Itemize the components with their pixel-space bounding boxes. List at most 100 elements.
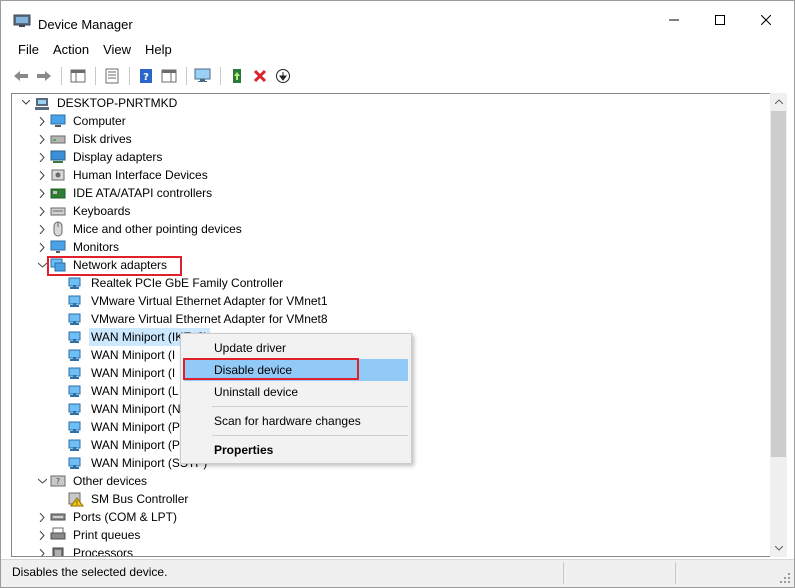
tree-device[interactable]: ! SM Bus Controller <box>68 490 190 508</box>
tree-category[interactable]: Print queues <box>34 526 142 544</box>
toolbar-separator <box>129 67 130 85</box>
tree-device[interactable]: VMware Virtual Ethernet Adapter for VMne… <box>68 292 330 310</box>
expand-chevron-icon[interactable] <box>34 544 50 556</box>
tree-device-label: WAN Miniport (P <box>91 438 180 452</box>
properties-button[interactable] <box>101 65 123 87</box>
chevron-down-icon <box>774 546 783 551</box>
toolbar-separator <box>186 67 187 85</box>
window-title: Device Manager <box>38 17 133 32</box>
device-manager-window: Device Manager File Action View Help ? D… <box>0 0 795 588</box>
expand-chevron-icon[interactable] <box>34 526 50 544</box>
tree-category[interactable]: Monitors <box>34 238 121 256</box>
network-device-icon <box>68 383 84 399</box>
help-button[interactable]: ? <box>135 65 157 87</box>
tree-device[interactable]: VMware Virtual Ethernet Adapter for VMne… <box>68 310 330 328</box>
toolbar: ? <box>1 63 794 89</box>
forward-arrow-icon <box>37 71 51 81</box>
keyboard-icon <box>50 203 66 219</box>
tree-device[interactable]: WAN Miniport (P <box>68 436 182 454</box>
tree-category[interactable]: Mice and other pointing devices <box>34 220 244 238</box>
scroll-down-button[interactable] <box>770 540 787 557</box>
tree-category[interactable]: Processors <box>34 544 135 557</box>
expand-chevron-icon[interactable] <box>34 130 50 148</box>
menu-uninstall-device[interactable]: Uninstall device <box>184 381 408 403</box>
tree-device-label: VMware Virtual Ethernet Adapter for VMne… <box>91 294 328 308</box>
expand-chevron-icon[interactable] <box>34 112 50 130</box>
hid-icon <box>50 167 66 183</box>
menu-view[interactable]: View <box>96 39 138 61</box>
expand-chevron-icon[interactable] <box>34 166 50 184</box>
console-tree-icon <box>70 69 86 83</box>
tree-device[interactable]: WAN Miniport (I <box>68 364 177 382</box>
tree-category[interactable]: Human Interface Devices <box>34 166 210 184</box>
tree-category-label: Display adapters <box>73 150 163 164</box>
expand-chevron-icon[interactable] <box>34 184 50 202</box>
uninstall-device-button[interactable] <box>249 65 271 87</box>
computer-icon <box>50 113 66 129</box>
update-driver-icon <box>233 69 241 83</box>
disable-device-button[interactable] <box>272 65 294 87</box>
tree-category-other-devices[interactable]: ? Other devices <box>34 472 149 490</box>
back-button[interactable] <box>10 65 32 87</box>
tree-device-label: VMware Virtual Ethernet Adapter for VMne… <box>91 312 328 326</box>
close-button[interactable] <box>743 1 789 39</box>
tree-category[interactable]: Ports (COM & LPT) <box>34 508 179 526</box>
device-tree: DESKTOP-PNRTMKD Computer Disk drives Displ… <box>11 93 787 557</box>
scrollbar-thumb[interactable] <box>771 111 786 457</box>
tree-root-label: DESKTOP-PNRTMKD <box>57 96 178 110</box>
maximize-icon <box>715 15 725 25</box>
network-device-icon <box>68 275 84 291</box>
collapse-chevron-icon[interactable] <box>18 94 34 112</box>
tree-device[interactable]: Realtek PCIe GbE Family Controller <box>68 274 285 292</box>
tree-device[interactable]: WAN Miniport (P <box>68 418 182 436</box>
status-bar: Disables the selected device. <box>1 559 794 587</box>
scroll-up-button[interactable] <box>770 93 787 110</box>
printer-icon <box>50 527 66 543</box>
menu-update-driver[interactable]: Update driver <box>184 337 408 359</box>
tree-category[interactable]: Disk drives <box>34 130 134 148</box>
update-driver-button[interactable] <box>226 65 248 87</box>
menu-separator <box>212 435 408 436</box>
menu-action[interactable]: Action <box>46 39 96 61</box>
other-devices-icon: ? <box>50 473 66 489</box>
expand-chevron-icon[interactable] <box>34 148 50 166</box>
network-device-icon <box>68 365 84 381</box>
menu-help[interactable]: Help <box>138 39 179 61</box>
tree-category[interactable]: IDE ATA/ATAPI controllers <box>34 184 214 202</box>
tree-device[interactable]: WAN Miniport (L <box>68 382 181 400</box>
minimize-icon <box>669 19 679 21</box>
menu-separator <box>212 406 408 407</box>
expand-chevron-icon[interactable] <box>34 220 50 238</box>
menu-properties[interactable]: Properties <box>184 439 408 461</box>
tree-category[interactable]: Display adapters <box>34 148 164 166</box>
disable-device-highlight <box>183 358 359 380</box>
tree-device[interactable]: WAN Miniport (I <box>68 346 177 364</box>
tree-category-label: Processors <box>73 546 134 557</box>
maximize-button[interactable] <box>697 1 743 39</box>
action-pane-button[interactable] <box>158 65 180 87</box>
tree-root[interactable]: DESKTOP-PNRTMKD <box>18 94 179 112</box>
network-device-icon <box>68 329 84 345</box>
forward-button[interactable] <box>33 65 55 87</box>
vertical-scrollbar[interactable] <box>770 93 787 557</box>
tree-category[interactable]: Computer <box>34 112 128 130</box>
resize-grip-icon[interactable] <box>779 572 791 584</box>
scan-hardware-button[interactable] <box>192 65 214 87</box>
expand-chevron-icon[interactable] <box>34 238 50 256</box>
red-x-icon <box>253 69 267 83</box>
network-device-icon <box>68 437 84 453</box>
expand-chevron-icon[interactable] <box>34 202 50 220</box>
tree-device[interactable]: WAN Miniport (N <box>68 400 183 418</box>
expand-chevron-icon[interactable] <box>34 508 50 526</box>
menu-file[interactable]: File <box>11 39 46 61</box>
device-manager-icon <box>13 14 31 27</box>
tree-device-label: WAN Miniport (N <box>91 402 181 416</box>
toolbar-separator <box>95 67 96 85</box>
svg-text:?: ? <box>143 72 149 83</box>
minimize-button[interactable] <box>651 1 697 39</box>
tree-category[interactable]: Keyboards <box>34 202 132 220</box>
menu-scan-hardware[interactable]: Scan for hardware changes <box>184 410 408 432</box>
show-hide-console-tree-button[interactable] <box>67 65 89 87</box>
collapse-chevron-icon[interactable] <box>34 472 50 490</box>
tree-category-label: Print queues <box>73 528 141 542</box>
